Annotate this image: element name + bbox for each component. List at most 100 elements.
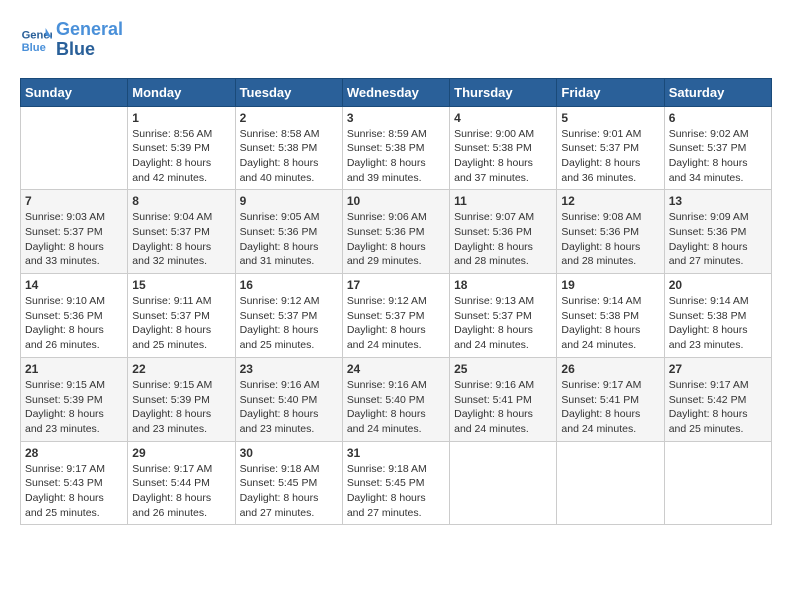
day-number: 11 <box>454 194 552 208</box>
day-info: Sunrise: 9:12 AMSunset: 5:37 PMDaylight:… <box>240 294 338 353</box>
calendar-cell: 30 Sunrise: 9:18 AMSunset: 5:45 PMDayligh… <box>235 441 342 525</box>
weekday-header-sunday: Sunday <box>21 78 128 106</box>
calendar-cell: 18 Sunrise: 9:13 AMSunset: 5:37 PMDayligh… <box>450 274 557 358</box>
calendar-cell <box>21 106 128 190</box>
day-info: Sunrise: 9:14 AMSunset: 5:38 PMDaylight:… <box>561 294 659 353</box>
svg-text:Blue: Blue <box>22 42 46 54</box>
day-number: 27 <box>669 362 767 376</box>
calendar-cell: 9 Sunrise: 9:05 AMSunset: 5:36 PMDaylight… <box>235 190 342 274</box>
calendar-cell <box>557 441 664 525</box>
calendar-cell <box>450 441 557 525</box>
day-number: 2 <box>240 111 338 125</box>
day-info: Sunrise: 9:17 AMSunset: 5:43 PMDaylight:… <box>25 462 123 521</box>
calendar-cell: 23 Sunrise: 9:16 AMSunset: 5:40 PMDayligh… <box>235 357 342 441</box>
day-info: Sunrise: 8:56 AMSunset: 5:39 PMDaylight:… <box>132 127 230 186</box>
day-info: Sunrise: 9:00 AMSunset: 5:38 PMDaylight:… <box>454 127 552 186</box>
logo-line1: General <box>56 20 123 40</box>
logo: General Blue General Blue <box>20 20 123 60</box>
weekday-header-wednesday: Wednesday <box>342 78 449 106</box>
day-number: 23 <box>240 362 338 376</box>
day-info: Sunrise: 9:12 AMSunset: 5:37 PMDaylight:… <box>347 294 445 353</box>
day-number: 24 <box>347 362 445 376</box>
calendar-cell: 3 Sunrise: 8:59 AMSunset: 5:38 PMDaylight… <box>342 106 449 190</box>
calendar-cell: 13Sunrise: 9:09 AMSunset: 5:36 PMDayligh… <box>664 190 771 274</box>
day-number: 10 <box>347 194 445 208</box>
calendar-cell <box>664 441 771 525</box>
calendar-cell: 26 Sunrise: 9:17 AMSunset: 5:41 PMDayligh… <box>557 357 664 441</box>
calendar-cell: 31 Sunrise: 9:18 AMSunset: 5:45 PMDayligh… <box>342 441 449 525</box>
day-number: 25 <box>454 362 552 376</box>
day-number: 22 <box>132 362 230 376</box>
weekday-header-tuesday: Tuesday <box>235 78 342 106</box>
day-number: 5 <box>561 111 659 125</box>
day-info: Sunrise: 9:13 AMSunset: 5:37 PMDaylight:… <box>454 294 552 353</box>
day-number: 14 <box>25 278 123 292</box>
day-number: 9 <box>240 194 338 208</box>
day-number: 6 <box>669 111 767 125</box>
day-number: 18 <box>454 278 552 292</box>
day-info: Sunrise: 9:04 AMSunset: 5:37 PMDaylight:… <box>132 210 230 269</box>
day-info: Sunrise: 9:16 AMSunset: 5:40 PMDaylight:… <box>347 378 445 437</box>
calendar-cell: 7 Sunrise: 9:03 AMSunset: 5:37 PMDaylight… <box>21 190 128 274</box>
day-info: Sunrise: 9:17 AMSunset: 5:42 PMDaylight:… <box>669 378 767 437</box>
day-number: 1 <box>132 111 230 125</box>
day-info: Sunrise: 9:03 AMSunset: 5:37 PMDaylight:… <box>25 210 123 269</box>
calendar-cell: 28Sunrise: 9:17 AMSunset: 5:43 PMDayligh… <box>21 441 128 525</box>
day-number: 21 <box>25 362 123 376</box>
calendar-cell: 4 Sunrise: 9:00 AMSunset: 5:38 PMDaylight… <box>450 106 557 190</box>
day-number: 12 <box>561 194 659 208</box>
calendar-cell: 2 Sunrise: 8:58 AMSunset: 5:38 PMDaylight… <box>235 106 342 190</box>
weekday-header-monday: Monday <box>128 78 235 106</box>
day-info: Sunrise: 9:09 AMSunset: 5:36 PMDaylight:… <box>669 210 767 269</box>
day-number: 19 <box>561 278 659 292</box>
calendar-cell: 15 Sunrise: 9:11 AMSunset: 5:37 PMDayligh… <box>128 274 235 358</box>
day-info: Sunrise: 9:10 AMSunset: 5:36 PMDaylight:… <box>25 294 123 353</box>
day-info: Sunrise: 9:08 AMSunset: 5:36 PMDaylight:… <box>561 210 659 269</box>
weekday-header-saturday: Saturday <box>664 78 771 106</box>
day-number: 3 <box>347 111 445 125</box>
calendar-cell: 25Sunrise: 9:16 AMSunset: 5:41 PMDayligh… <box>450 357 557 441</box>
day-info: Sunrise: 9:06 AMSunset: 5:36 PMDaylight:… <box>347 210 445 269</box>
day-info: Sunrise: 9:17 AMSunset: 5:41 PMDaylight:… <box>561 378 659 437</box>
day-info: Sunrise: 9:02 AMSunset: 5:37 PMDaylight:… <box>669 127 767 186</box>
day-number: 7 <box>25 194 123 208</box>
calendar-cell: 16 Sunrise: 9:12 AMSunset: 5:37 PMDayligh… <box>235 274 342 358</box>
calendar-cell: 6 Sunrise: 9:02 AMSunset: 5:37 PMDaylight… <box>664 106 771 190</box>
calendar-cell: 17Sunrise: 9:12 AMSunset: 5:37 PMDayligh… <box>342 274 449 358</box>
calendar-cell: 10 Sunrise: 9:06 AMSunset: 5:36 PMDayligh… <box>342 190 449 274</box>
calendar-table: SundayMondayTuesdayWednesdayThursdayFrid… <box>20 78 772 526</box>
day-number: 20 <box>669 278 767 292</box>
calendar-cell: 19 Sunrise: 9:14 AMSunset: 5:38 PMDayligh… <box>557 274 664 358</box>
day-info: Sunrise: 9:18 AMSunset: 5:45 PMDaylight:… <box>347 462 445 521</box>
day-number: 30 <box>240 446 338 460</box>
day-info: Sunrise: 9:05 AMSunset: 5:36 PMDaylight:… <box>240 210 338 269</box>
day-info: Sunrise: 9:15 AMSunset: 5:39 PMDaylight:… <box>25 378 123 437</box>
calendar-cell: 12 Sunrise: 9:08 AMSunset: 5:36 PMDayligh… <box>557 190 664 274</box>
day-number: 8 <box>132 194 230 208</box>
day-number: 31 <box>347 446 445 460</box>
logo-line2: Blue <box>56 40 123 60</box>
day-number: 29 <box>132 446 230 460</box>
day-info: Sunrise: 9:07 AMSunset: 5:36 PMDaylight:… <box>454 210 552 269</box>
day-info: Sunrise: 9:18 AMSunset: 5:45 PMDaylight:… <box>240 462 338 521</box>
day-info: Sunrise: 8:58 AMSunset: 5:38 PMDaylight:… <box>240 127 338 186</box>
calendar-cell: 14 Sunrise: 9:10 AMSunset: 5:36 PMDayligh… <box>21 274 128 358</box>
weekday-header-friday: Friday <box>557 78 664 106</box>
calendar-cell: 24 Sunrise: 9:16 AMSunset: 5:40 PMDayligh… <box>342 357 449 441</box>
day-info: Sunrise: 9:11 AMSunset: 5:37 PMDaylight:… <box>132 294 230 353</box>
day-info: Sunrise: 8:59 AMSunset: 5:38 PMDaylight:… <box>347 127 445 186</box>
calendar-cell: 8 Sunrise: 9:04 AMSunset: 5:37 PMDaylight… <box>128 190 235 274</box>
day-info: Sunrise: 9:16 AMSunset: 5:40 PMDaylight:… <box>240 378 338 437</box>
calendar-cell: 22 Sunrise: 9:15 AMSunset: 5:39 PMDayligh… <box>128 357 235 441</box>
calendar-cell: 29 Sunrise: 9:17 AMSunset: 5:44 PMDayligh… <box>128 441 235 525</box>
day-info: Sunrise: 9:01 AMSunset: 5:37 PMDaylight:… <box>561 127 659 186</box>
day-info: Sunrise: 9:17 AMSunset: 5:44 PMDaylight:… <box>132 462 230 521</box>
day-info: Sunrise: 9:15 AMSunset: 5:39 PMDaylight:… <box>132 378 230 437</box>
day-number: 26 <box>561 362 659 376</box>
day-number: 16 <box>240 278 338 292</box>
calendar-cell: 11 Sunrise: 9:07 AMSunset: 5:36 PMDayligh… <box>450 190 557 274</box>
day-number: 4 <box>454 111 552 125</box>
calendar-cell: 21 Sunrise: 9:15 AMSunset: 5:39 PMDayligh… <box>21 357 128 441</box>
weekday-header-thursday: Thursday <box>450 78 557 106</box>
day-number: 15 <box>132 278 230 292</box>
